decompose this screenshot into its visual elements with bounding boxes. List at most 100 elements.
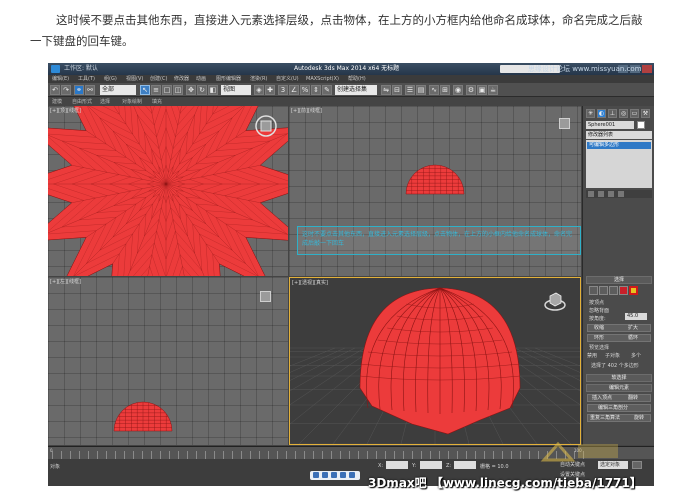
retriangulate-button[interactable]: 重复三角算法 xyxy=(590,415,620,421)
ribbon-tab-freeform[interactable]: 自由形式 xyxy=(72,98,92,106)
rotate-icon[interactable]: ↻ xyxy=(197,85,207,95)
ime-icon-4[interactable] xyxy=(340,472,346,478)
menu-help[interactable]: 帮助(H) xyxy=(348,75,366,83)
soft-selection-rollout[interactable]: 软选择 xyxy=(586,374,652,382)
named-selection-input[interactable]: 创建选择集 xyxy=(335,85,377,95)
edit-named-sel-icon[interactable]: ✎ xyxy=(322,85,332,95)
menu-maxscript[interactable]: MAXScript(X) xyxy=(306,75,339,83)
viewcube-icon[interactable] xyxy=(254,114,278,138)
modify-tab-icon[interactable]: ◐ xyxy=(597,109,606,118)
ime-icon-2[interactable] xyxy=(322,472,328,478)
insert-vertex-button[interactable]: 插入顶点 xyxy=(592,395,612,401)
preview-subobj-radio[interactable]: 子对象 xyxy=(605,352,620,359)
viewcube-icon[interactable] xyxy=(559,118,570,129)
selection-filter-select[interactable]: 全部 xyxy=(100,85,136,95)
x-coordinate-field[interactable] xyxy=(386,461,408,469)
render-icon[interactable]: ☕ xyxy=(488,85,498,95)
modifier-list-select[interactable]: 修改器列表 xyxy=(586,131,652,139)
layer-icon[interactable]: ☰ xyxy=(405,85,415,95)
unlink-icon[interactable]: ⚯ xyxy=(85,85,95,95)
schematic-icon[interactable]: ⊞ xyxy=(440,85,450,95)
border-mode-icon[interactable] xyxy=(609,286,618,295)
viewport-left[interactable]: [+][左][线框] xyxy=(48,277,288,445)
stack-item-editable-poly[interactable]: 可编辑多边形 xyxy=(587,142,651,149)
by-vertex-checkbox[interactable]: 按顶点 xyxy=(589,299,604,306)
viewcube-icon[interactable] xyxy=(544,292,566,312)
reference-coord-select[interactable]: 视图 xyxy=(221,85,251,95)
viewport-top-label[interactable]: [+][顶][线框] xyxy=(50,107,81,114)
spinner-snap-icon[interactable]: ⇕ xyxy=(311,85,321,95)
modifier-stack[interactable]: 可编辑多边形 xyxy=(586,140,652,188)
loop-button[interactable]: 循环 xyxy=(628,335,638,341)
material-editor-icon[interactable]: ◉ xyxy=(453,85,463,95)
menu-tools[interactable]: 工具(T) xyxy=(78,75,95,83)
ring-button[interactable]: 环形 xyxy=(594,335,604,341)
render-frame-icon[interactable]: ▣ xyxy=(477,85,487,95)
rotate-button[interactable]: 旋转 xyxy=(634,415,644,421)
scale-icon[interactable]: ◧ xyxy=(208,85,218,95)
mirror-icon[interactable]: ⇋ xyxy=(381,85,391,95)
selection-rollout[interactable]: 选择 xyxy=(586,276,652,284)
object-color-swatch[interactable] xyxy=(637,121,645,129)
grow-button[interactable]: 扩大 xyxy=(628,325,638,331)
by-angle-checkbox[interactable]: 按角度: xyxy=(589,315,606,322)
angle-snap-icon[interactable]: ∠ xyxy=(289,85,299,95)
menu-customize[interactable]: 自定义(U) xyxy=(276,75,299,83)
edit-elements-rollout[interactable]: 编辑元素 xyxy=(586,384,652,392)
app-menu-icon[interactable] xyxy=(51,65,60,73)
shrink-button[interactable]: 收缩 xyxy=(594,325,604,331)
workspace-label[interactable]: 工作区: 默认 xyxy=(64,63,98,75)
render-setup-icon[interactable]: ⚙ xyxy=(466,85,476,95)
curve-editor-icon[interactable]: ∿ xyxy=(429,85,439,95)
move-icon[interactable]: ✥ xyxy=(186,85,196,95)
ribbon-tab-selection[interactable]: 选择 xyxy=(100,98,110,106)
viewport-left-label[interactable]: [+][左][线框] xyxy=(50,278,81,285)
viewcube-icon[interactable] xyxy=(260,291,271,302)
graphite-icon[interactable]: ▤ xyxy=(416,85,426,95)
undo-icon[interactable]: ↶ xyxy=(50,85,60,95)
viewport-front-label[interactable]: [+][前][线框] xyxy=(291,107,322,114)
select-object-icon[interactable]: ↖ xyxy=(140,85,150,95)
link-icon[interactable]: ⚭ xyxy=(74,85,84,95)
element-mode-icon[interactable] xyxy=(629,286,638,295)
select-manipulate-icon[interactable]: ✚ xyxy=(265,85,275,95)
ribbon-tab-modeling[interactable]: 建模 xyxy=(52,98,62,106)
edge-mode-icon[interactable] xyxy=(599,286,608,295)
y-coordinate-field[interactable] xyxy=(420,461,442,469)
remove-modifier-icon[interactable] xyxy=(618,191,624,197)
menu-group[interactable]: 组(G) xyxy=(104,75,117,83)
redo-icon[interactable]: ↷ xyxy=(61,85,71,95)
menu-views[interactable]: 视图(V) xyxy=(126,75,143,83)
edit-triangulation-button[interactable]: 编辑三角剖分 xyxy=(587,404,651,412)
preview-off-radio[interactable]: 禁用 xyxy=(587,352,597,359)
select-by-name-icon[interactable]: ≡ xyxy=(151,85,161,95)
ime-icon-1[interactable] xyxy=(313,472,319,478)
ignore-backfacing-checkbox[interactable]: 忽略背面 xyxy=(589,307,609,314)
pin-stack-icon[interactable] xyxy=(588,191,594,197)
snap-icon[interactable]: 3 xyxy=(278,85,288,95)
ribbon-tab-paint[interactable]: 对象绘制 xyxy=(122,98,142,106)
viewport-persp-label[interactable]: [+][透视][真实] xyxy=(292,279,328,286)
ime-icon-5[interactable] xyxy=(349,472,355,478)
hierarchy-tab-icon[interactable]: ⊥ xyxy=(608,109,617,118)
utilities-tab-icon[interactable]: ⚒ xyxy=(641,109,650,118)
preview-multi-radio[interactable]: 多个 xyxy=(631,352,641,359)
window-crossing-icon[interactable]: ◫ xyxy=(173,85,183,95)
viewport-perspective[interactable]: [+][透视][真实] xyxy=(289,277,581,445)
ribbon-tab-populate[interactable]: 填充 xyxy=(152,98,162,106)
flip-button[interactable]: 翻转 xyxy=(628,395,638,401)
make-unique-icon[interactable] xyxy=(608,191,614,197)
angle-spinner[interactable]: 45.0 xyxy=(625,313,647,320)
vertex-mode-icon[interactable] xyxy=(589,286,598,295)
align-icon[interactable]: ⊟ xyxy=(392,85,402,95)
create-tab-icon[interactable]: ✳ xyxy=(586,109,595,118)
rect-select-icon[interactable]: □ xyxy=(162,85,172,95)
menu-animation[interactable]: 动画 xyxy=(196,75,206,83)
motion-tab-icon[interactable]: ◎ xyxy=(619,109,628,118)
z-coordinate-field[interactable] xyxy=(454,461,476,469)
polygon-mode-icon[interactable] xyxy=(619,286,628,295)
viewport-top[interactable]: [+][顶][线框] xyxy=(48,106,288,276)
menu-edit[interactable]: 编辑(E) xyxy=(52,75,69,83)
show-end-result-icon[interactable] xyxy=(598,191,604,197)
key-filters-icon[interactable] xyxy=(632,461,642,469)
